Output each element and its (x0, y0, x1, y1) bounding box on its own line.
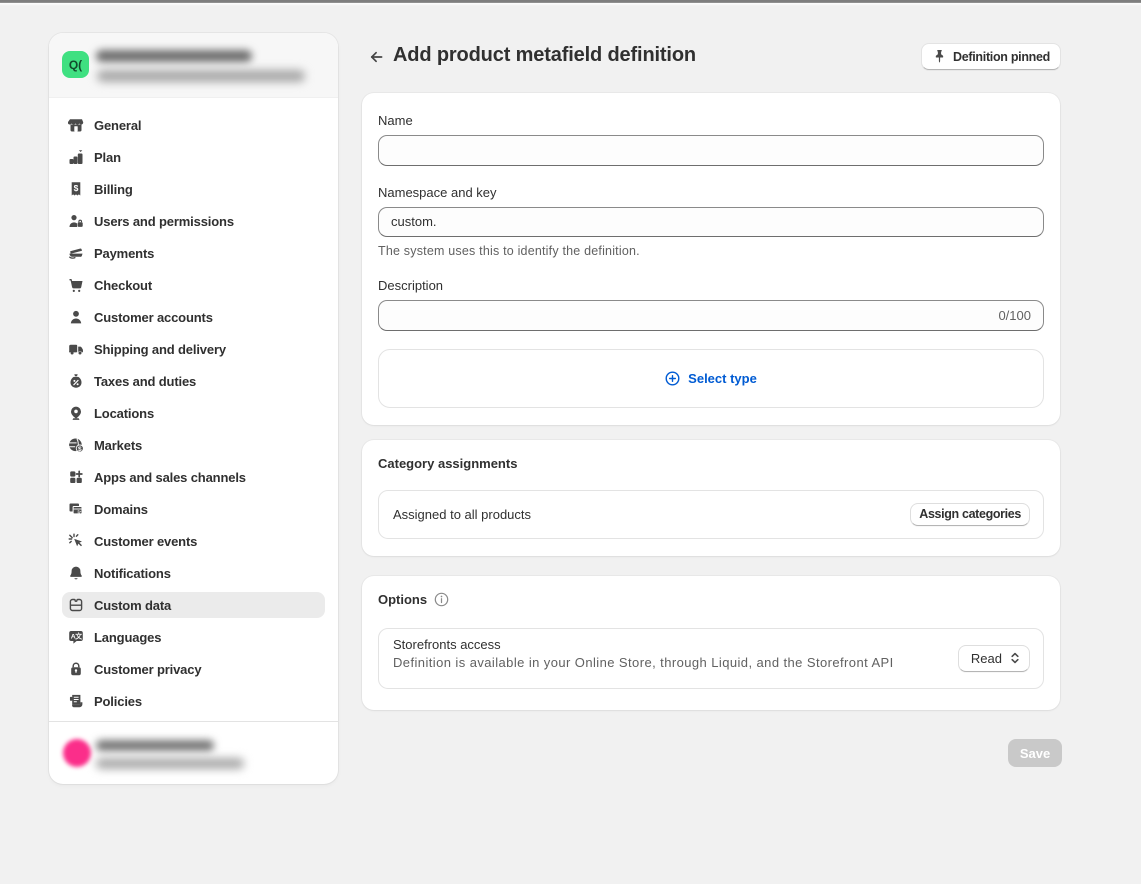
svg-text:文: 文 (74, 632, 82, 641)
svg-text:$: $ (74, 183, 79, 193)
svg-text:$: $ (78, 446, 82, 453)
